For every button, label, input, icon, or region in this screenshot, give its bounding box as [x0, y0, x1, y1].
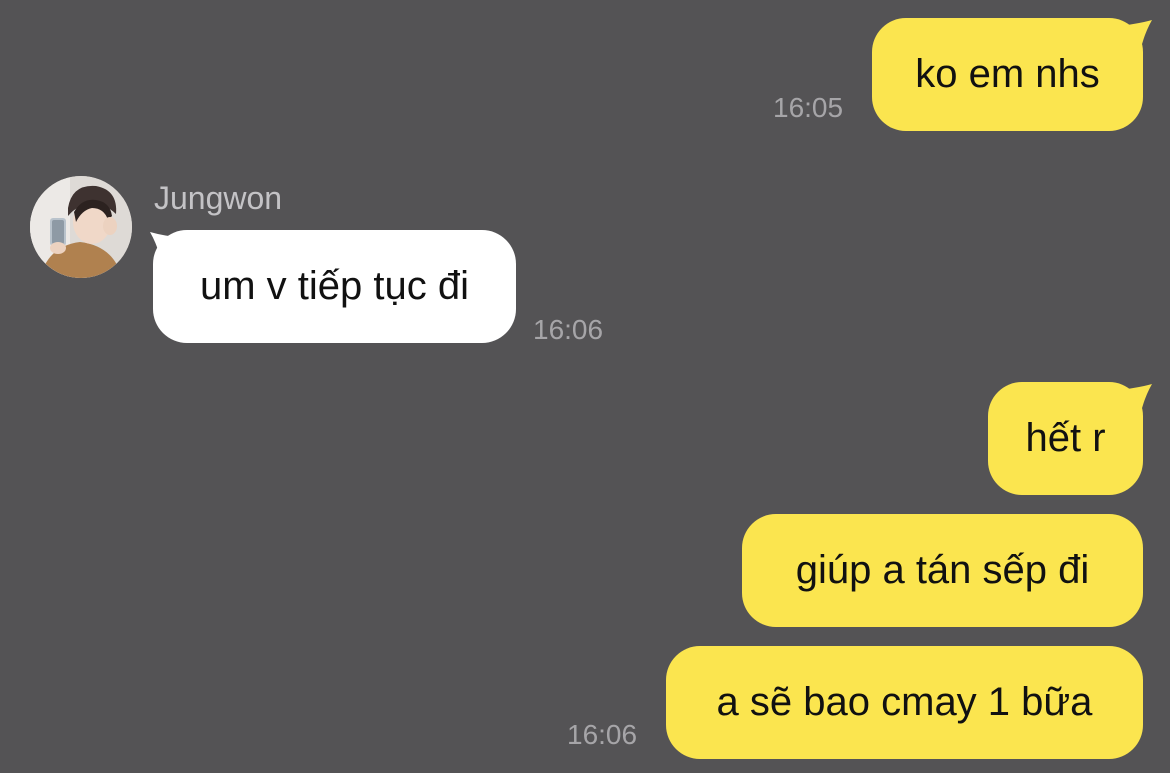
- profile-photo-icon: [30, 176, 132, 278]
- message-bubble[interactable]: um v tiếp tục đi: [153, 230, 516, 343]
- sender-name: Jungwon: [154, 180, 283, 216]
- message-text: hết r: [1025, 416, 1106, 460]
- message-text: giúp a tán sếp đi: [795, 548, 1090, 592]
- message-bubble[interactable]: a sẽ bao cmay 1 bữa: [666, 646, 1143, 759]
- message-timestamp: 16:05: [773, 92, 844, 123]
- message-timestamp: 16:06: [533, 314, 604, 345]
- message-bubble[interactable]: giúp a tán sếp đi: [742, 514, 1143, 627]
- message-text: a sẽ bao cmay 1 bữa: [716, 680, 1093, 724]
- message-text: um v tiếp tục đi: [199, 264, 469, 308]
- message-bubble[interactable]: ko em nhs: [872, 18, 1143, 131]
- message-text: ko em nhs: [915, 52, 1100, 96]
- message-timestamp: 16:06: [567, 719, 638, 750]
- avatar[interactable]: [30, 176, 132, 278]
- message-bubble[interactable]: hết r: [988, 382, 1143, 495]
